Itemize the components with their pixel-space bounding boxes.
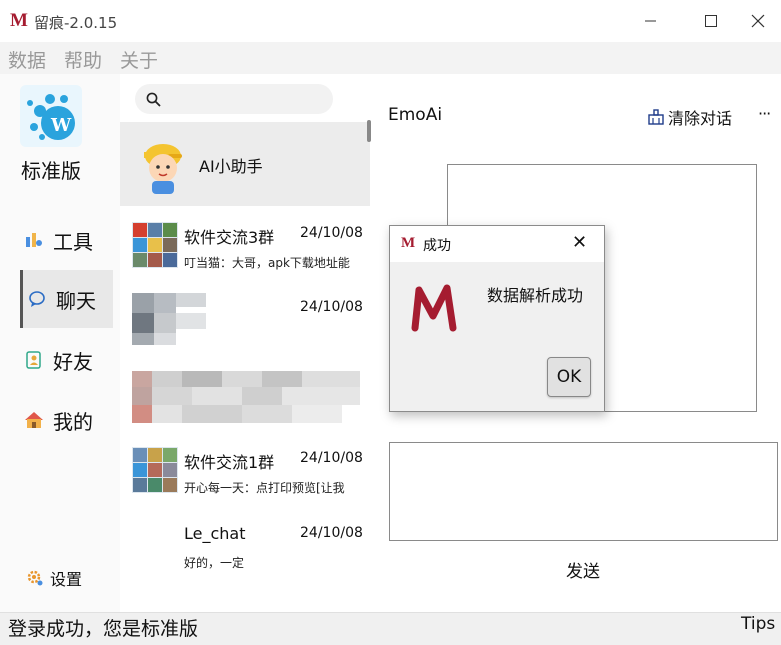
blurred-avatar — [132, 291, 210, 347]
avatar — [138, 134, 188, 194]
nav-tools-label: 工具 — [53, 229, 93, 254]
chat-icon — [26, 288, 48, 310]
broom-icon — [648, 109, 664, 125]
dialog-logo-mark — [409, 282, 459, 334]
chat-time: 24/10/08 — [300, 525, 363, 541]
menu-data[interactable]: 数据 — [8, 46, 46, 73]
chat-name: 软件交流1群 — [184, 453, 275, 472]
search-input[interactable] — [167, 90, 321, 108]
nav-chat-label: 聊天 — [56, 288, 96, 313]
chat-item-le-chat[interactable]: Le_chat 24/10/08 好的，一定 — [120, 512, 370, 584]
chat-time: 24/10/08 — [300, 450, 363, 466]
settings-label: 设置 — [50, 570, 83, 589]
chat-item-blurred-1[interactable]: 24/10/08 — [120, 286, 370, 358]
tips-button[interactable]: Tips — [741, 614, 775, 634]
close-icon — [751, 14, 765, 28]
nav-friends[interactable]: 好友 — [20, 332, 110, 388]
chat-last-message: 开心每一天：点打印预览[让我 — [184, 481, 345, 495]
menu-about[interactable]: 关于 — [120, 46, 158, 73]
app-logo: M — [10, 10, 28, 31]
chat-last-message: 好的，一定 — [184, 556, 245, 570]
chat-item-blurred-2[interactable] — [120, 364, 370, 436]
search-icon — [146, 92, 161, 107]
chat-name: Le_chat — [184, 524, 246, 543]
nav-mine-label: 我的 — [53, 409, 93, 434]
nav-tools[interactable]: 工具 — [20, 212, 110, 268]
contacts-icon — [23, 349, 45, 371]
conversation-title: EmoAi — [388, 105, 443, 125]
close-window-button[interactable] — [735, 6, 781, 36]
clear-conversation-button[interactable]: 清除对话 — [648, 105, 732, 129]
status-text: 登录成功，您是标准版 — [8, 618, 199, 640]
settings-button[interactable]: 设置 — [26, 566, 82, 590]
chat-list-scrollbar[interactable] — [367, 120, 371, 142]
dialog-title: 成功 — [423, 238, 451, 254]
edition-label: 标准版 — [21, 159, 81, 183]
chat-time: 24/10/08 — [300, 225, 363, 241]
send-button[interactable]: 发送 — [566, 557, 600, 582]
chat-item-group-1[interactable]: 软件交流1群 24/10/08 开心每一天：点打印预览[让我 — [120, 437, 370, 509]
blurred-preview — [132, 371, 362, 423]
message-input[interactable] — [389, 442, 778, 541]
svg-text:W: W — [50, 115, 72, 136]
dialog-message: 数据解析成功 — [487, 286, 584, 305]
chat-item-ai-assistant[interactable]: AI小助手 — [120, 122, 370, 206]
chat-item-group-3[interactable]: 软件交流3群 24/10/08 叮当猫：大哥，apk下载地址能 — [120, 212, 370, 284]
clear-conversation-label: 清除对话 — [668, 109, 733, 128]
dialog-close-button[interactable]: ✕ — [572, 232, 587, 253]
menu-bar — [0, 42, 781, 74]
chat-time: 24/10/08 — [300, 299, 363, 315]
gear-icon — [26, 569, 44, 587]
group-avatar — [132, 447, 178, 493]
chat-last-message: 叮当猫：大哥，apk下载地址能 — [184, 256, 350, 270]
ok-button[interactable]: OK — [547, 357, 591, 397]
chat-list: AI小助手 软件交流3群 24/10/08 叮当猫：大哥，apk下载地址能 24… — [120, 120, 370, 614]
menu-help[interactable]: 帮助 — [64, 46, 102, 73]
nav-friends-label: 好友 — [53, 349, 93, 374]
dialog-app-logo: M — [401, 235, 416, 251]
home-icon — [23, 409, 45, 431]
maximize-icon — [705, 15, 717, 27]
search-box[interactable] — [135, 84, 333, 114]
chat-name: 软件交流3群 — [184, 228, 275, 247]
edition-logo: W — [20, 85, 82, 147]
more-options-button[interactable]: ··· — [758, 104, 771, 123]
window-title: 留痕-2.0.15 — [34, 14, 118, 32]
nav-chat[interactable]: 聊天 — [20, 270, 113, 328]
chat-name: AI小助手 — [199, 157, 263, 176]
nav-mine[interactable]: 我的 — [20, 392, 110, 448]
minimize-button[interactable] — [628, 6, 674, 36]
minimize-icon — [645, 20, 656, 22]
group-avatar — [132, 222, 178, 268]
tools-icon — [23, 229, 45, 251]
maximize-button[interactable] — [688, 6, 734, 36]
